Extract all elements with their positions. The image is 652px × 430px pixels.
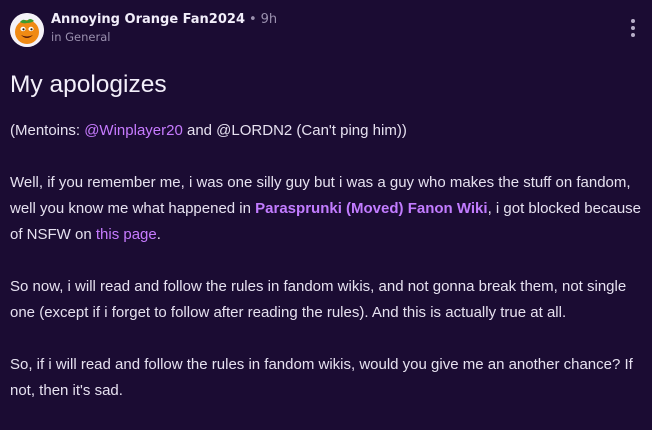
paragraph-3: So now, i will read and follow the rules… (10, 278, 627, 321)
mentions-paragraph: (Mentoins: @Winplayer20 and @LORDN2 (Can… (10, 118, 644, 144)
mentions-prefix: (Mentoins: (10, 122, 85, 139)
author-line: Annoying Orange Fan2024 • 9h (51, 12, 277, 28)
mention-winplayer20[interactable]: @Winplayer20 (84, 122, 183, 139)
wiki-link[interactable]: Parasprunki (Moved) Fanon Wiki (255, 200, 487, 217)
author-name[interactable]: Annoying Orange Fan2024 (51, 12, 245, 27)
more-options-icon[interactable] (630, 19, 636, 43)
paragraph-2-text-3: . (156, 226, 161, 243)
paragraph-2: Well, if you remember me, i was one sill… (10, 170, 644, 248)
post-body: (Mentoins: @Winplayer20 and @LORDN2 (Can… (10, 118, 644, 430)
post-header: Annoying Orange Fan2024 • 9h in General (10, 10, 642, 50)
post-card: Annoying Orange Fan2024 • 9h in General My… (0, 0, 652, 428)
post-category[interactable]: in General (51, 30, 110, 44)
post-time: 9h (260, 12, 278, 27)
avatar[interactable] (10, 13, 44, 47)
annoying-orange-avatar-icon (10, 13, 44, 47)
page-link[interactable]: this page (96, 226, 157, 243)
mentions-rest: and @LORDN2 (Can't ping him)) (182, 122, 407, 139)
paragraph-4: So, if i will read and follow the rules … (10, 356, 633, 399)
separator-dot: • (248, 12, 257, 27)
post-title: My apologizes (10, 71, 167, 98)
